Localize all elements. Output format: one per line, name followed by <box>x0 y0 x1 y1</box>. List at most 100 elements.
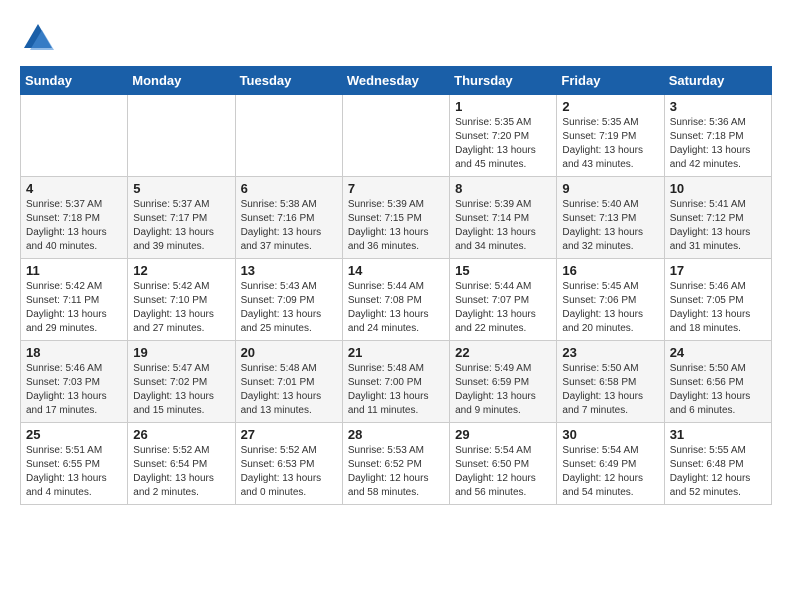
calendar-cell: 27 Sunrise: 5:52 AM Sunset: 6:53 PM Dayli… <box>235 423 342 505</box>
calendar-cell: 24 Sunrise: 5:50 AM Sunset: 6:56 PM Dayli… <box>664 341 771 423</box>
day-number: 2 <box>562 99 658 114</box>
calendar-cell: 2 Sunrise: 5:35 AM Sunset: 7:19 PM Daylig… <box>557 95 664 177</box>
day-info: Sunrise: 5:36 AM Sunset: 7:18 PM Dayligh… <box>670 116 766 172</box>
day-number: 14 <box>348 263 444 278</box>
day-number: 10 <box>670 181 766 196</box>
day-number: 9 <box>562 181 658 196</box>
calendar-cell: 8Sunrise: 5:39 AM Sunset: 7:14 PM Daylig… <box>450 177 557 259</box>
day-number: 7 <box>348 181 444 196</box>
calendar-cell: 9 Sunrise: 5:40 AM Sunset: 7:13 PM Daylig… <box>557 177 664 259</box>
day-info: Sunrise: 5:51 AM Sunset: 6:55 PM Dayligh… <box>26 444 122 500</box>
day-number: 29 <box>455 427 551 442</box>
day-number: 19 <box>133 345 229 360</box>
day-info: Sunrise: 5:54 AM Sunset: 6:50 PM Dayligh… <box>455 444 551 500</box>
day-info: Sunrise: 5:42 AM Sunset: 7:10 PM Dayligh… <box>133 280 229 336</box>
weekday-header-friday: Friday <box>557 67 664 95</box>
calendar-table: SundayMondayTuesdayWednesdayThursdayFrid… <box>20 66 772 505</box>
day-number: 4 <box>26 181 122 196</box>
calendar-cell: 26Sunrise: 5:52 AM Sunset: 6:54 PM Dayli… <box>128 423 235 505</box>
day-number: 5 <box>133 181 229 196</box>
day-info: Sunrise: 5:39 AM Sunset: 7:15 PM Dayligh… <box>348 198 444 254</box>
day-number: 6 <box>241 181 337 196</box>
day-number: 18 <box>26 345 122 360</box>
day-info: Sunrise: 5:50 AM Sunset: 6:58 PM Dayligh… <box>562 362 658 418</box>
calendar-cell: 20Sunrise: 5:48 AM Sunset: 7:01 PM Dayli… <box>235 341 342 423</box>
week-row-5: 25 Sunrise: 5:51 AM Sunset: 6:55 PM Dayli… <box>21 423 772 505</box>
day-number: 13 <box>241 263 337 278</box>
day-number: 21 <box>348 345 444 360</box>
logo <box>20 20 60 56</box>
week-row-4: 18Sunrise: 5:46 AM Sunset: 7:03 PM Dayli… <box>21 341 772 423</box>
day-number: 23 <box>562 345 658 360</box>
calendar-cell <box>128 95 235 177</box>
calendar-cell: 13 Sunrise: 5:43 AM Sunset: 7:09 PM Dayli… <box>235 259 342 341</box>
week-row-1: 1 Sunrise: 5:35 AM Sunset: 7:20 PM Daylig… <box>21 95 772 177</box>
calendar-cell: 11 Sunrise: 5:42 AM Sunset: 7:11 PM Dayli… <box>21 259 128 341</box>
day-number: 27 <box>241 427 337 442</box>
calendar-cell <box>342 95 449 177</box>
day-info: Sunrise: 5:53 AM Sunset: 6:52 PM Dayligh… <box>348 444 444 500</box>
day-info: Sunrise: 5:44 AM Sunset: 7:08 PM Dayligh… <box>348 280 444 336</box>
weekday-header-sunday: Sunday <box>21 67 128 95</box>
day-number: 28 <box>348 427 444 442</box>
day-info: Sunrise: 5:42 AM Sunset: 7:11 PM Dayligh… <box>26 280 122 336</box>
day-info: Sunrise: 5:37 AM Sunset: 7:18 PM Dayligh… <box>26 198 122 254</box>
day-number: 11 <box>26 263 122 278</box>
calendar-cell: 29 Sunrise: 5:54 AM Sunset: 6:50 PM Dayli… <box>450 423 557 505</box>
calendar-cell: 25 Sunrise: 5:51 AM Sunset: 6:55 PM Dayli… <box>21 423 128 505</box>
day-info: Sunrise: 5:52 AM Sunset: 6:53 PM Dayligh… <box>241 444 337 500</box>
day-info: Sunrise: 5:47 AM Sunset: 7:02 PM Dayligh… <box>133 362 229 418</box>
day-number: 1 <box>455 99 551 114</box>
calendar-cell: 30 Sunrise: 5:54 AM Sunset: 6:49 PM Dayli… <box>557 423 664 505</box>
calendar-cell: 1 Sunrise: 5:35 AM Sunset: 7:20 PM Daylig… <box>450 95 557 177</box>
calendar-cell: 19 Sunrise: 5:47 AM Sunset: 7:02 PM Dayli… <box>128 341 235 423</box>
calendar-cell <box>21 95 128 177</box>
day-number: 25 <box>26 427 122 442</box>
week-row-3: 11 Sunrise: 5:42 AM Sunset: 7:11 PM Dayli… <box>21 259 772 341</box>
calendar-cell: 10 Sunrise: 5:41 AM Sunset: 7:12 PM Dayli… <box>664 177 771 259</box>
weekday-header-thursday: Thursday <box>450 67 557 95</box>
calendar-body: 1 Sunrise: 5:35 AM Sunset: 7:20 PM Daylig… <box>21 95 772 505</box>
day-info: Sunrise: 5:46 AM Sunset: 7:05 PM Dayligh… <box>670 280 766 336</box>
day-info: Sunrise: 5:52 AM Sunset: 6:54 PM Dayligh… <box>133 444 229 500</box>
day-info: Sunrise: 5:44 AM Sunset: 7:07 PM Dayligh… <box>455 280 551 336</box>
week-row-2: 4 Sunrise: 5:37 AM Sunset: 7:18 PM Daylig… <box>21 177 772 259</box>
weekday-header-tuesday: Tuesday <box>235 67 342 95</box>
day-info: Sunrise: 5:55 AM Sunset: 6:48 PM Dayligh… <box>670 444 766 500</box>
day-number: 3 <box>670 99 766 114</box>
day-info: Sunrise: 5:43 AM Sunset: 7:09 PM Dayligh… <box>241 280 337 336</box>
calendar-cell: 21 Sunrise: 5:48 AM Sunset: 7:00 PM Dayli… <box>342 341 449 423</box>
calendar-cell: 3 Sunrise: 5:36 AM Sunset: 7:18 PM Daylig… <box>664 95 771 177</box>
page-header <box>20 20 772 56</box>
day-info: Sunrise: 5:41 AM Sunset: 7:12 PM Dayligh… <box>670 198 766 254</box>
calendar-cell: 17 Sunrise: 5:46 AM Sunset: 7:05 PM Dayli… <box>664 259 771 341</box>
day-info: Sunrise: 5:35 AM Sunset: 7:19 PM Dayligh… <box>562 116 658 172</box>
calendar-cell: 7 Sunrise: 5:39 AM Sunset: 7:15 PM Daylig… <box>342 177 449 259</box>
calendar-cell: 15 Sunrise: 5:44 AM Sunset: 7:07 PM Dayli… <box>450 259 557 341</box>
day-number: 17 <box>670 263 766 278</box>
day-info: Sunrise: 5:48 AM Sunset: 7:00 PM Dayligh… <box>348 362 444 418</box>
day-info: Sunrise: 5:54 AM Sunset: 6:49 PM Dayligh… <box>562 444 658 500</box>
logo-icon <box>20 20 56 56</box>
day-number: 30 <box>562 427 658 442</box>
day-number: 31 <box>670 427 766 442</box>
calendar-header: SundayMondayTuesdayWednesdayThursdayFrid… <box>21 67 772 95</box>
weekday-row: SundayMondayTuesdayWednesdayThursdayFrid… <box>21 67 772 95</box>
day-info: Sunrise: 5:45 AM Sunset: 7:06 PM Dayligh… <box>562 280 658 336</box>
calendar-cell: 14 Sunrise: 5:44 AM Sunset: 7:08 PM Dayli… <box>342 259 449 341</box>
day-number: 12 <box>133 263 229 278</box>
calendar-cell: 5Sunrise: 5:37 AM Sunset: 7:17 PM Daylig… <box>128 177 235 259</box>
day-info: Sunrise: 5:40 AM Sunset: 7:13 PM Dayligh… <box>562 198 658 254</box>
calendar-cell: 6 Sunrise: 5:38 AM Sunset: 7:16 PM Daylig… <box>235 177 342 259</box>
day-info: Sunrise: 5:39 AM Sunset: 7:14 PM Dayligh… <box>455 198 551 254</box>
day-number: 24 <box>670 345 766 360</box>
day-info: Sunrise: 5:50 AM Sunset: 6:56 PM Dayligh… <box>670 362 766 418</box>
weekday-header-wednesday: Wednesday <box>342 67 449 95</box>
calendar-cell: 23 Sunrise: 5:50 AM Sunset: 6:58 PM Dayli… <box>557 341 664 423</box>
calendar-cell: 4 Sunrise: 5:37 AM Sunset: 7:18 PM Daylig… <box>21 177 128 259</box>
day-info: Sunrise: 5:35 AM Sunset: 7:20 PM Dayligh… <box>455 116 551 172</box>
day-number: 16 <box>562 263 658 278</box>
calendar-cell: 22Sunrise: 5:49 AM Sunset: 6:59 PM Dayli… <box>450 341 557 423</box>
day-info: Sunrise: 5:38 AM Sunset: 7:16 PM Dayligh… <box>241 198 337 254</box>
day-number: 15 <box>455 263 551 278</box>
